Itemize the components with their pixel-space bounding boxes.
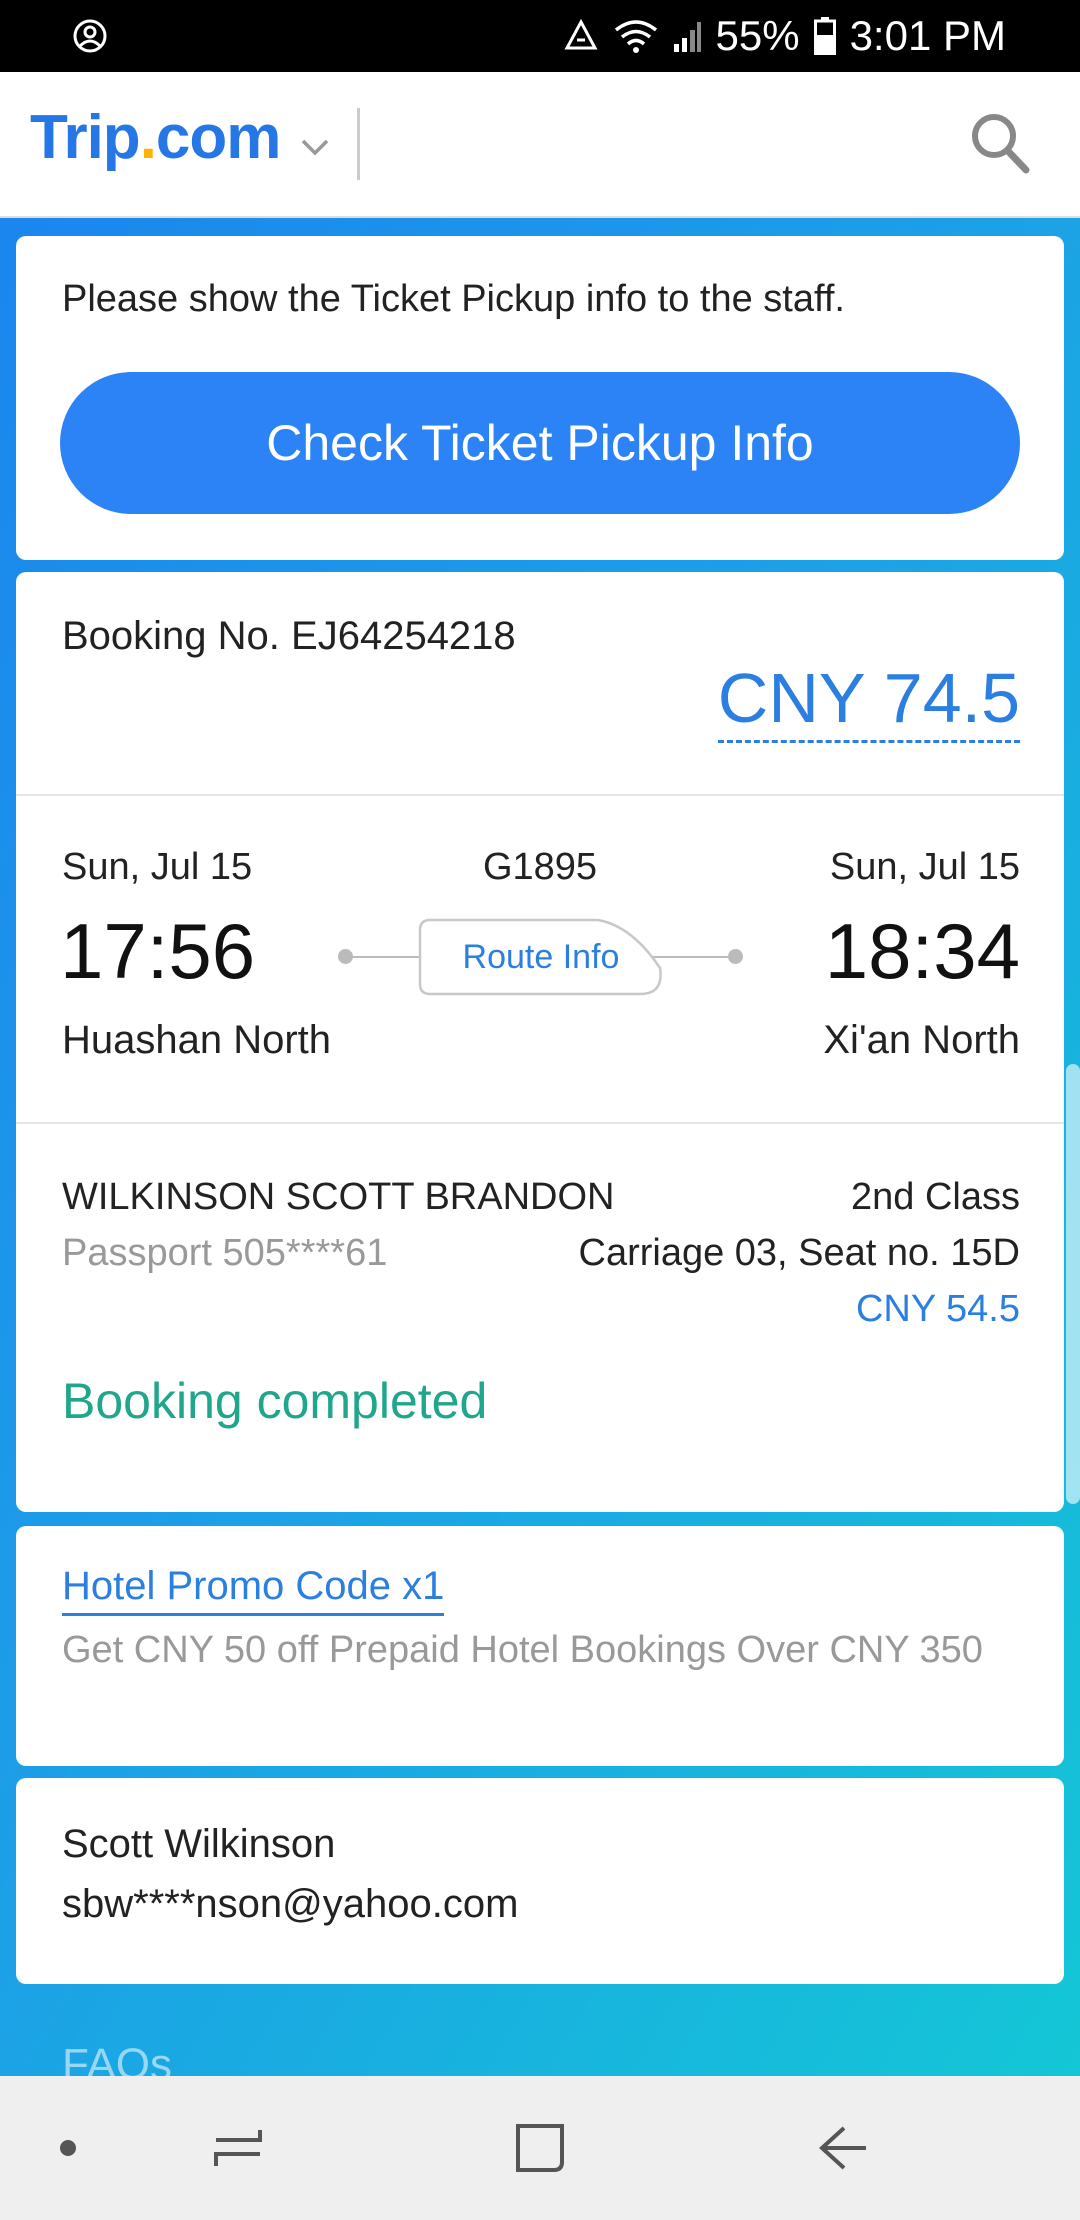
promo-card: Hotel Promo Code x1 Get CNY 50 off Prepa… (16, 1526, 1064, 1766)
route-dot (728, 949, 743, 964)
booking-card: Booking No. EJ64254218 CNY 74.5 Sun, Jul… (16, 572, 1064, 1512)
contact-name: Scott Wilkinson (62, 1822, 336, 1866)
divider (16, 1122, 1064, 1124)
passenger-name: WILKINSON SCOTT BRANDON (62, 1176, 615, 1218)
scrollbar[interactable] (1066, 1064, 1080, 1504)
ticket-pickup-card: Please show the Ticket Pickup info to th… (16, 236, 1064, 560)
status-bar: 55% 3:01 PM (0, 0, 1080, 72)
seat-info: Carriage 03, Seat no. 15D (578, 1232, 1021, 1274)
divider (16, 794, 1064, 796)
pickup-message: Please show the Ticket Pickup info to th… (62, 278, 845, 320)
booking-status: Booking completed (62, 1373, 488, 1429)
trip-logo[interactable]: Trip.com (30, 102, 281, 173)
contact-card: Scott Wilkinson sbw****nson@yahoo.com (16, 1778, 1064, 1984)
arrival-station: Xi'an North (823, 1018, 1020, 1062)
recycle-icon (562, 18, 600, 54)
app-header: Trip.com (0, 72, 1080, 218)
battery-icon (813, 17, 836, 55)
arrival-time: 18:34 (824, 907, 1020, 995)
arrival-date: Sun, Jul 15 (829, 846, 1020, 888)
hotel-promo-code-link[interactable]: Hotel Promo Code x1 (62, 1564, 445, 1616)
ticket-price: CNY 54.5 (855, 1288, 1020, 1330)
promo-description: Get CNY 50 off Prepaid Hotel Bookings Ov… (62, 1629, 983, 1671)
departure-time: 17:56 (60, 907, 256, 995)
home-icon[interactable] (504, 2112, 576, 2184)
route-dot (338, 949, 353, 964)
seat-class: 2nd Class (851, 1176, 1020, 1218)
route-info-button[interactable]: Route Info (418, 918, 664, 996)
total-price-link[interactable]: CNY 74.5 (717, 661, 1020, 743)
account-circle-icon (72, 18, 108, 54)
passenger-passport: Passport 505****61 (62, 1232, 388, 1274)
check-ticket-pickup-button[interactable]: Check Ticket Pickup Info (60, 372, 1020, 514)
booking-number: Booking No. EJ64254218 (62, 614, 516, 658)
dot-icon[interactable] (32, 2112, 104, 2184)
back-icon[interactable] (806, 2112, 878, 2184)
battery-percent: 55% (715, 12, 800, 59)
system-nav-bar (0, 2076, 1080, 2220)
header-divider (357, 108, 360, 180)
departure-station: Huashan North (62, 1018, 332, 1062)
recent-apps-icon[interactable] (202, 2112, 274, 2184)
signal-icon (672, 18, 702, 54)
route-info-label: Route Info (462, 937, 620, 976)
wifi-icon (614, 18, 658, 54)
clock: 3:01 PM (849, 12, 1006, 59)
search-icon[interactable] (966, 108, 1034, 178)
contact-email: sbw****nson@yahoo.com (62, 1882, 519, 1926)
chevron-down-icon[interactable] (298, 132, 332, 160)
